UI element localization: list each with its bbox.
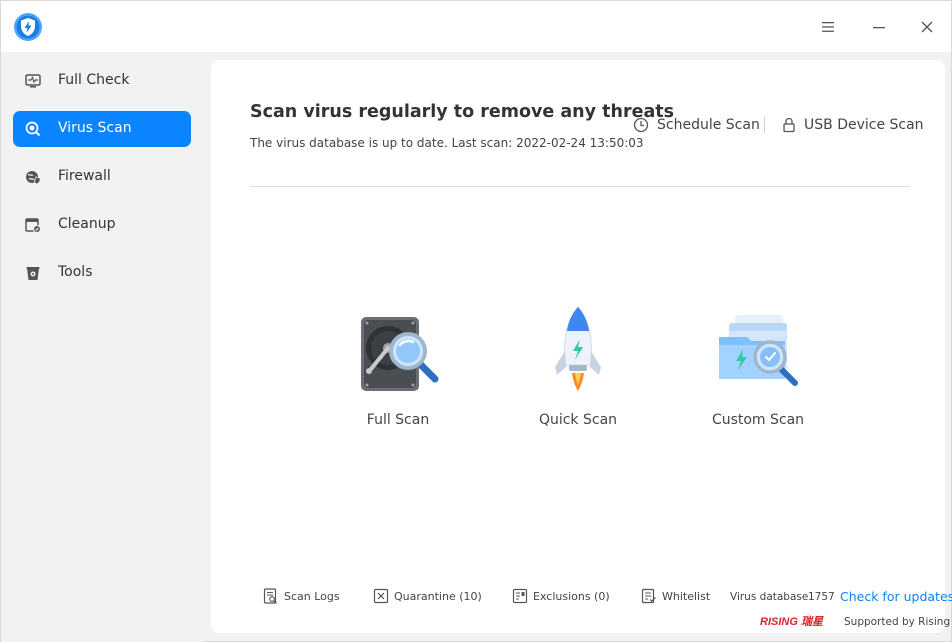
divider [250, 186, 910, 187]
page-title: Scan virus regularly to remove any threa… [250, 102, 675, 122]
custom-scan-label: Custom Scan [711, 412, 805, 428]
minimize-icon[interactable] [867, 15, 891, 39]
title-bar [1, 1, 951, 52]
full-scan-label: Full Scan [366, 412, 430, 428]
whitelist-label: Whitelist [662, 589, 711, 603]
quick-scan-label: Quick Scan [538, 412, 618, 428]
quarantine-button[interactable]: Quarantine (10) [373, 588, 482, 604]
sidebar-item-label: Firewall [58, 168, 111, 184]
main-panel: Scan virus regularly to remove any threa… [211, 60, 952, 633]
exclusion-list-icon [512, 588, 528, 604]
clock-icon [633, 117, 649, 133]
sidebar-item-virus-scan[interactable]: Virus Scan [13, 111, 191, 147]
hamburger-icon[interactable] [816, 15, 840, 39]
exclusions-label: Exclusions (0) [533, 589, 610, 603]
divider [764, 117, 765, 133]
quarantine-label: Quarantine (10) [394, 589, 482, 603]
schedule-scan-label: Schedule Scan [657, 117, 760, 133]
whitelist-button[interactable]: Whitelist [641, 588, 710, 604]
sidebar-item-label: Cleanup [58, 216, 116, 232]
virus-database-count: 1757 [808, 591, 835, 603]
full-scan-button[interactable]: Full Scan [335, 305, 455, 435]
usb-scan-button[interactable]: USB Device Scan [782, 117, 924, 133]
rising-logo: RISING 瑞星 [760, 615, 824, 628]
toolbox-icon [25, 265, 41, 281]
whitelist-icon [641, 588, 656, 604]
database-status: The virus database is up to date. Last s… [250, 136, 644, 150]
virus-database-label: Virus database [730, 591, 809, 603]
document-search-icon [263, 588, 277, 604]
monitor-pulse-icon [25, 73, 41, 89]
sidebar-item-tools[interactable]: Tools [13, 255, 191, 291]
sidebar-item-firewall[interactable]: Firewall [13, 159, 191, 195]
supported-by-label: Supported by Rising [844, 616, 951, 628]
check-updates-link[interactable]: Check for updates [840, 589, 952, 604]
globe-shield-icon [25, 169, 41, 185]
schedule-scan-button[interactable]: Schedule Scan [633, 117, 760, 133]
sidebar-item-cleanup[interactable]: Cleanup [13, 207, 191, 243]
scan-logs-label: Scan Logs [284, 589, 340, 603]
rocket-icon [535, 305, 621, 401]
sidebar-item-full-check[interactable]: Full Check [13, 63, 191, 99]
hard-drive-magnifier-icon [355, 305, 441, 401]
sidebar-item-label: Tools [58, 264, 93, 280]
app-window: Full Check Virus Scan Firewall Cleanup T… [0, 0, 952, 642]
quarantine-box-icon [373, 588, 389, 604]
sidebar-item-label: Virus Scan [58, 120, 132, 136]
svg-text:RISING 瑞星: RISING 瑞星 [760, 615, 824, 628]
sidebar: Full Check Virus Scan Firewall Cleanup T… [1, 52, 203, 642]
folder-magnifier-icon [715, 305, 801, 401]
lock-icon [783, 117, 795, 133]
exclusions-button[interactable]: Exclusions (0) [512, 588, 610, 604]
quick-scan-button[interactable]: Quick Scan [515, 305, 635, 435]
sidebar-item-label: Full Check [58, 72, 130, 88]
scan-search-icon [25, 121, 41, 137]
broom-window-icon [25, 217, 41, 233]
shield-lightning-icon [13, 12, 43, 42]
usb-scan-label: USB Device Scan [804, 117, 924, 133]
scan-logs-button[interactable]: Scan Logs [263, 588, 340, 604]
close-icon[interactable] [915, 15, 939, 39]
custom-scan-button[interactable]: Custom Scan [695, 305, 815, 435]
